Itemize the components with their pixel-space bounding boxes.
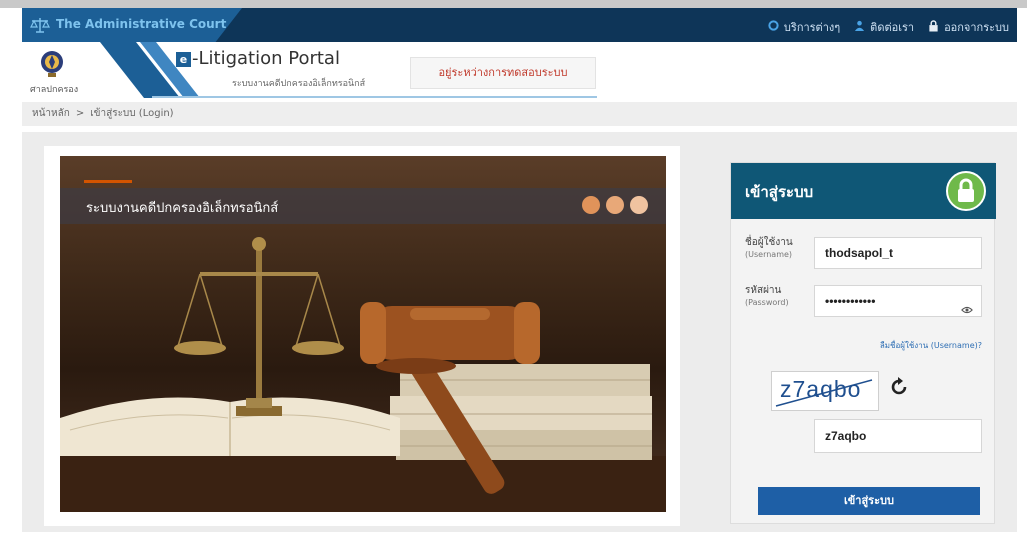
top-bar: The Administrative Court บริการต่างๆ ติด… <box>22 8 1017 42</box>
portal-subtitle: ระบบงานคดีปกครองอิเล็กทรอนิกส์ <box>232 79 366 89</box>
username-input[interactable]: thodsapol_t <box>814 237 982 269</box>
carousel-dot-1[interactable] <box>582 196 600 214</box>
hero-title: ระบบงานคดีปกครองอิเล็กทรอนิกส์ <box>86 201 279 216</box>
refresh-captcha-icon[interactable] <box>887 375 911 403</box>
forgot-username-link[interactable]: ลืมชื่อผู้ใช้งาน (Username)? <box>880 339 982 352</box>
username-sublabel: (Username) <box>745 250 793 259</box>
top-menu: บริการต่างๆ ติดต่อเรา ออกจากระบบ <box>768 18 1009 36</box>
carousel-dot-3[interactable] <box>630 196 648 214</box>
logout-menu-item[interactable]: ออกจากระบบ <box>928 18 1009 36</box>
logout-label: ออกจากระบบ <box>944 21 1009 34</box>
gear-icon <box>768 20 779 34</box>
portal-title: -Litigation Portal <box>192 48 340 69</box>
login-title: เข้าสู่ระบบ <box>745 183 814 201</box>
e-litigation-logo-icon: e <box>176 52 191 67</box>
hero-banner: ระบบงานคดีปกครองอิเล็กทรอนิกส์ <box>60 156 666 512</box>
contact-menu-item[interactable]: ติดต่อเรา <box>854 18 914 36</box>
services-menu-item[interactable]: บริการต่างๆ <box>768 18 840 36</box>
header-divider <box>152 96 597 98</box>
padlock-icon <box>946 171 986 211</box>
login-header: เข้าสู่ระบบ <box>731 163 996 219</box>
captcha-input[interactable]: z7aqbo <box>814 419 982 453</box>
show-password-eye-icon[interactable] <box>961 296 973 326</box>
court-logo-icon[interactable] <box>36 48 68 80</box>
breadcrumb-home-link[interactable]: หน้าหลัก <box>32 102 70 126</box>
window-top-edge <box>0 0 1027 8</box>
lock-icon <box>928 19 939 35</box>
carousel-dot-2[interactable] <box>606 196 624 214</box>
scales-icon <box>30 16 50 38</box>
services-label: บริการต่างๆ <box>783 21 841 34</box>
header: ศาลปกครอง e -Litigation Portal ระบบงานคด… <box>22 42 1017 98</box>
court-logo-label: ศาลปกครอง <box>30 85 79 95</box>
breadcrumb: หน้าหลัก > เข้าสู่ระบบ (Login) <box>22 102 1017 126</box>
password-label: รหัสผ่าน (Password) <box>745 285 789 307</box>
court-name[interactable]: The Administrative Court <box>56 17 226 31</box>
hero-accent-line <box>84 180 132 183</box>
main-content: ระบบงานคดีปกครองอิเล็กทรอนิกส์ เข้าสู่ระ… <box>22 132 1017 532</box>
hero-card: ระบบงานคดีปกครองอิเล็กทรอนิกส์ <box>44 146 680 526</box>
contact-label: ติดต่อเรา <box>870 21 915 34</box>
password-input[interactable]: •••••••••••• <box>814 285 982 317</box>
captcha-noise-line <box>775 379 873 407</box>
captcha-image: z7aqbo <box>771 371 879 411</box>
login-panel: เข้าสู่ระบบ ชื่อผู้ใช้งาน (Username) tho… <box>730 162 996 524</box>
password-value: •••••••••••• <box>825 294 876 308</box>
login-submit-button[interactable]: เข้าสู่ระบบ <box>758 487 980 515</box>
breadcrumb-current: เข้าสู่ระบบ (Login) <box>90 108 174 119</box>
testing-notice-badge: อยู่ระหว่างการทดสอบระบบ <box>410 57 596 89</box>
user-icon <box>854 20 865 34</box>
password-sublabel: (Password) <box>745 298 789 307</box>
username-label: ชื่อผู้ใช้งาน (Username) <box>745 237 793 259</box>
breadcrumb-separator: > <box>75 108 85 119</box>
